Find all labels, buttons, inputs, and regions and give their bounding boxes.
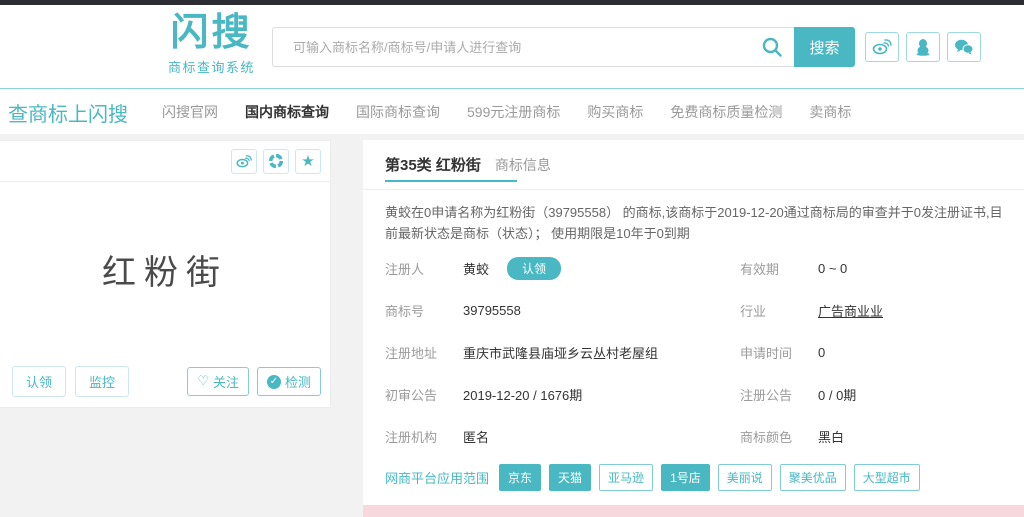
nav-item[interactable]: 599元注册商标 xyxy=(467,102,560,122)
field-row: 商标颜色 黑白 xyxy=(740,415,1020,457)
social-links xyxy=(865,32,981,62)
nav-item[interactable]: 购买商标 xyxy=(587,102,643,122)
divider xyxy=(363,189,1024,190)
field-label: 商标颜色 xyxy=(740,429,793,445)
follow-detect-group: ♡ 关注 ✓ 检测 xyxy=(187,367,321,396)
fields-left-column: 注册人 黄蛟 认领商标号 39795558 注册地址 重庆市武隆县庙垭乡云丛村老屋组初审公… xyxy=(385,247,725,457)
field-row: 有效期 0 ~ 0 xyxy=(740,247,1020,289)
star-icon[interactable]: ★ xyxy=(295,148,321,174)
platform-badge[interactable]: 大型超市 xyxy=(853,464,920,491)
wechat-moments-icon[interactable] xyxy=(263,148,289,174)
weibo-icon[interactable] xyxy=(865,32,899,62)
detect-button[interactable]: ✓ 检测 xyxy=(256,367,321,396)
fields-right-column: 有效期 0 ~ 0 行业 广告商业业申请时间 0 注册公告 0 / 0期商标颜色 黑白 xyxy=(740,247,1020,457)
weibo-icon[interactable] xyxy=(231,148,257,174)
search-icon[interactable] xyxy=(760,35,784,59)
field-row: 注册人 黄蛟 认领 xyxy=(385,247,725,289)
field-row: 初审公告 2019-12-20 / 1676期 xyxy=(385,373,725,415)
field-label: 注册地址 xyxy=(385,345,438,361)
field-label: 初审公告 xyxy=(385,387,438,403)
field-row: 商标号 39795558 xyxy=(385,289,725,331)
trademark-card: ★ 红粉街 认领 监控 ♡ 关注 ✓ 检测 xyxy=(0,140,331,408)
detail-title: 第35类 红粉街 xyxy=(385,157,481,174)
search-box xyxy=(272,27,794,67)
field-row: 注册公告 0 / 0期 xyxy=(740,373,1020,415)
header: 闪搜 商标查询系统 搜索 xyxy=(0,5,1024,89)
nav-bar: 查商标上闪搜 闪搜官网 国内商标查询 国际商标查询 599元注册商标 购买商标 免费商标质… xyxy=(0,90,1024,134)
field-value: 0 ~ 0 xyxy=(818,260,848,276)
share-row: ★ xyxy=(0,141,330,182)
trademark-text: 红粉街 xyxy=(102,255,228,292)
check-circle-icon: ✓ xyxy=(266,374,281,389)
nav-slogan: 查商标上闪搜 xyxy=(8,103,128,126)
nav-item[interactable]: 国际商标查询 xyxy=(356,102,440,122)
field-row: 申请时间 0 xyxy=(740,331,1020,373)
field-value: 匿名 xyxy=(463,429,490,445)
detail-panel: 第35类 红粉街 商标信息 黄蛟在0申请名称为红粉街（39795558） 的商标… xyxy=(363,140,1024,505)
platform-badge[interactable]: 聚美优品 xyxy=(779,464,846,491)
claim-badge-button[interactable]: 认领 xyxy=(507,256,562,280)
field-value: 重庆市武隆县庙垭乡云丛村老屋组 xyxy=(463,345,659,361)
field-label: 注册公告 xyxy=(740,387,793,403)
field-value: 黄蛟 xyxy=(463,261,490,277)
platform-badge[interactable]: 美丽说 xyxy=(717,464,772,491)
platform-badge[interactable]: 亚马逊 xyxy=(599,464,654,491)
logo-text: 闪搜 xyxy=(170,12,253,54)
heart-icon: ♡ xyxy=(197,374,209,389)
follow-button[interactable]: ♡ 关注 xyxy=(187,367,249,396)
search-input[interactable] xyxy=(272,27,794,67)
nav-item[interactable]: 卖商标 xyxy=(809,102,851,122)
field-value: 0 / 0期 xyxy=(818,387,857,403)
field-label: 行业 xyxy=(740,303,767,319)
trademark-description: 黄蛟在0申请名称为红粉街（39795558） 的商标,该商标于2019-12-2… xyxy=(385,205,1003,242)
field-label: 注册机构 xyxy=(385,429,438,445)
platform-badge[interactable]: 天猫 xyxy=(549,464,592,491)
trademark-image: 红粉街 xyxy=(0,182,330,357)
field-label: 商标号 xyxy=(385,303,425,319)
logo[interactable]: 闪搜 商标查询系统 xyxy=(168,12,255,76)
qq-icon[interactable] xyxy=(906,32,940,62)
nav-item[interactable]: 闪搜官网 xyxy=(162,102,218,122)
trademark-actions: 认领 监控 ♡ 关注 ✓ 检测 xyxy=(12,366,321,397)
nav-items: 闪搜官网 国内商标查询 国际商标查询 599元注册商标 购买商标 免费商标质量检测 卖商标 xyxy=(162,102,851,122)
platforms-row: 网商平台应用范围 京东 天猫 亚马逊 1号店 美丽说 聚美优品 大型超市 xyxy=(385,464,920,491)
search-button[interactable]: 搜索 xyxy=(794,27,855,67)
nav-item[interactable]: 国内商标查询 xyxy=(245,102,329,122)
wechat-icon[interactable] xyxy=(947,32,981,62)
field-label: 申请时间 xyxy=(740,345,793,361)
logo-subtitle: 商标查询系统 xyxy=(168,59,256,75)
field-label: 有效期 xyxy=(740,261,780,277)
platform-badge[interactable]: 1号店 xyxy=(661,464,710,491)
field-row: 行业 广告商业业 xyxy=(740,289,1020,331)
field-row: 注册地址 重庆市武隆县庙垭乡云丛村老屋组 xyxy=(385,331,725,373)
field-value: 2019-12-20 / 1676期 xyxy=(463,387,583,403)
field-value: 黑白 xyxy=(818,429,845,445)
platforms-label: 网商平台应用范围 xyxy=(385,471,490,486)
detail-tab-row: 第35类 红粉街 商标信息 xyxy=(385,154,551,175)
bottom-pink-bar xyxy=(363,505,1024,517)
nav-item[interactable]: 免费商标质量检测 xyxy=(670,102,782,122)
tab-underline xyxy=(385,180,517,182)
field-value: 39795558 xyxy=(463,302,521,318)
platform-badge[interactable]: 京东 xyxy=(499,464,542,491)
tab-trademark-info[interactable]: 商标信息 xyxy=(495,155,551,175)
monitor-button[interactable]: 监控 xyxy=(75,366,130,397)
field-value[interactable]: 广告商业业 xyxy=(818,301,883,320)
field-label: 注册人 xyxy=(385,261,425,277)
field-row: 注册机构 匿名 xyxy=(385,415,725,457)
field-value: 0 xyxy=(818,344,826,360)
claim-button[interactable]: 认领 xyxy=(12,366,67,397)
